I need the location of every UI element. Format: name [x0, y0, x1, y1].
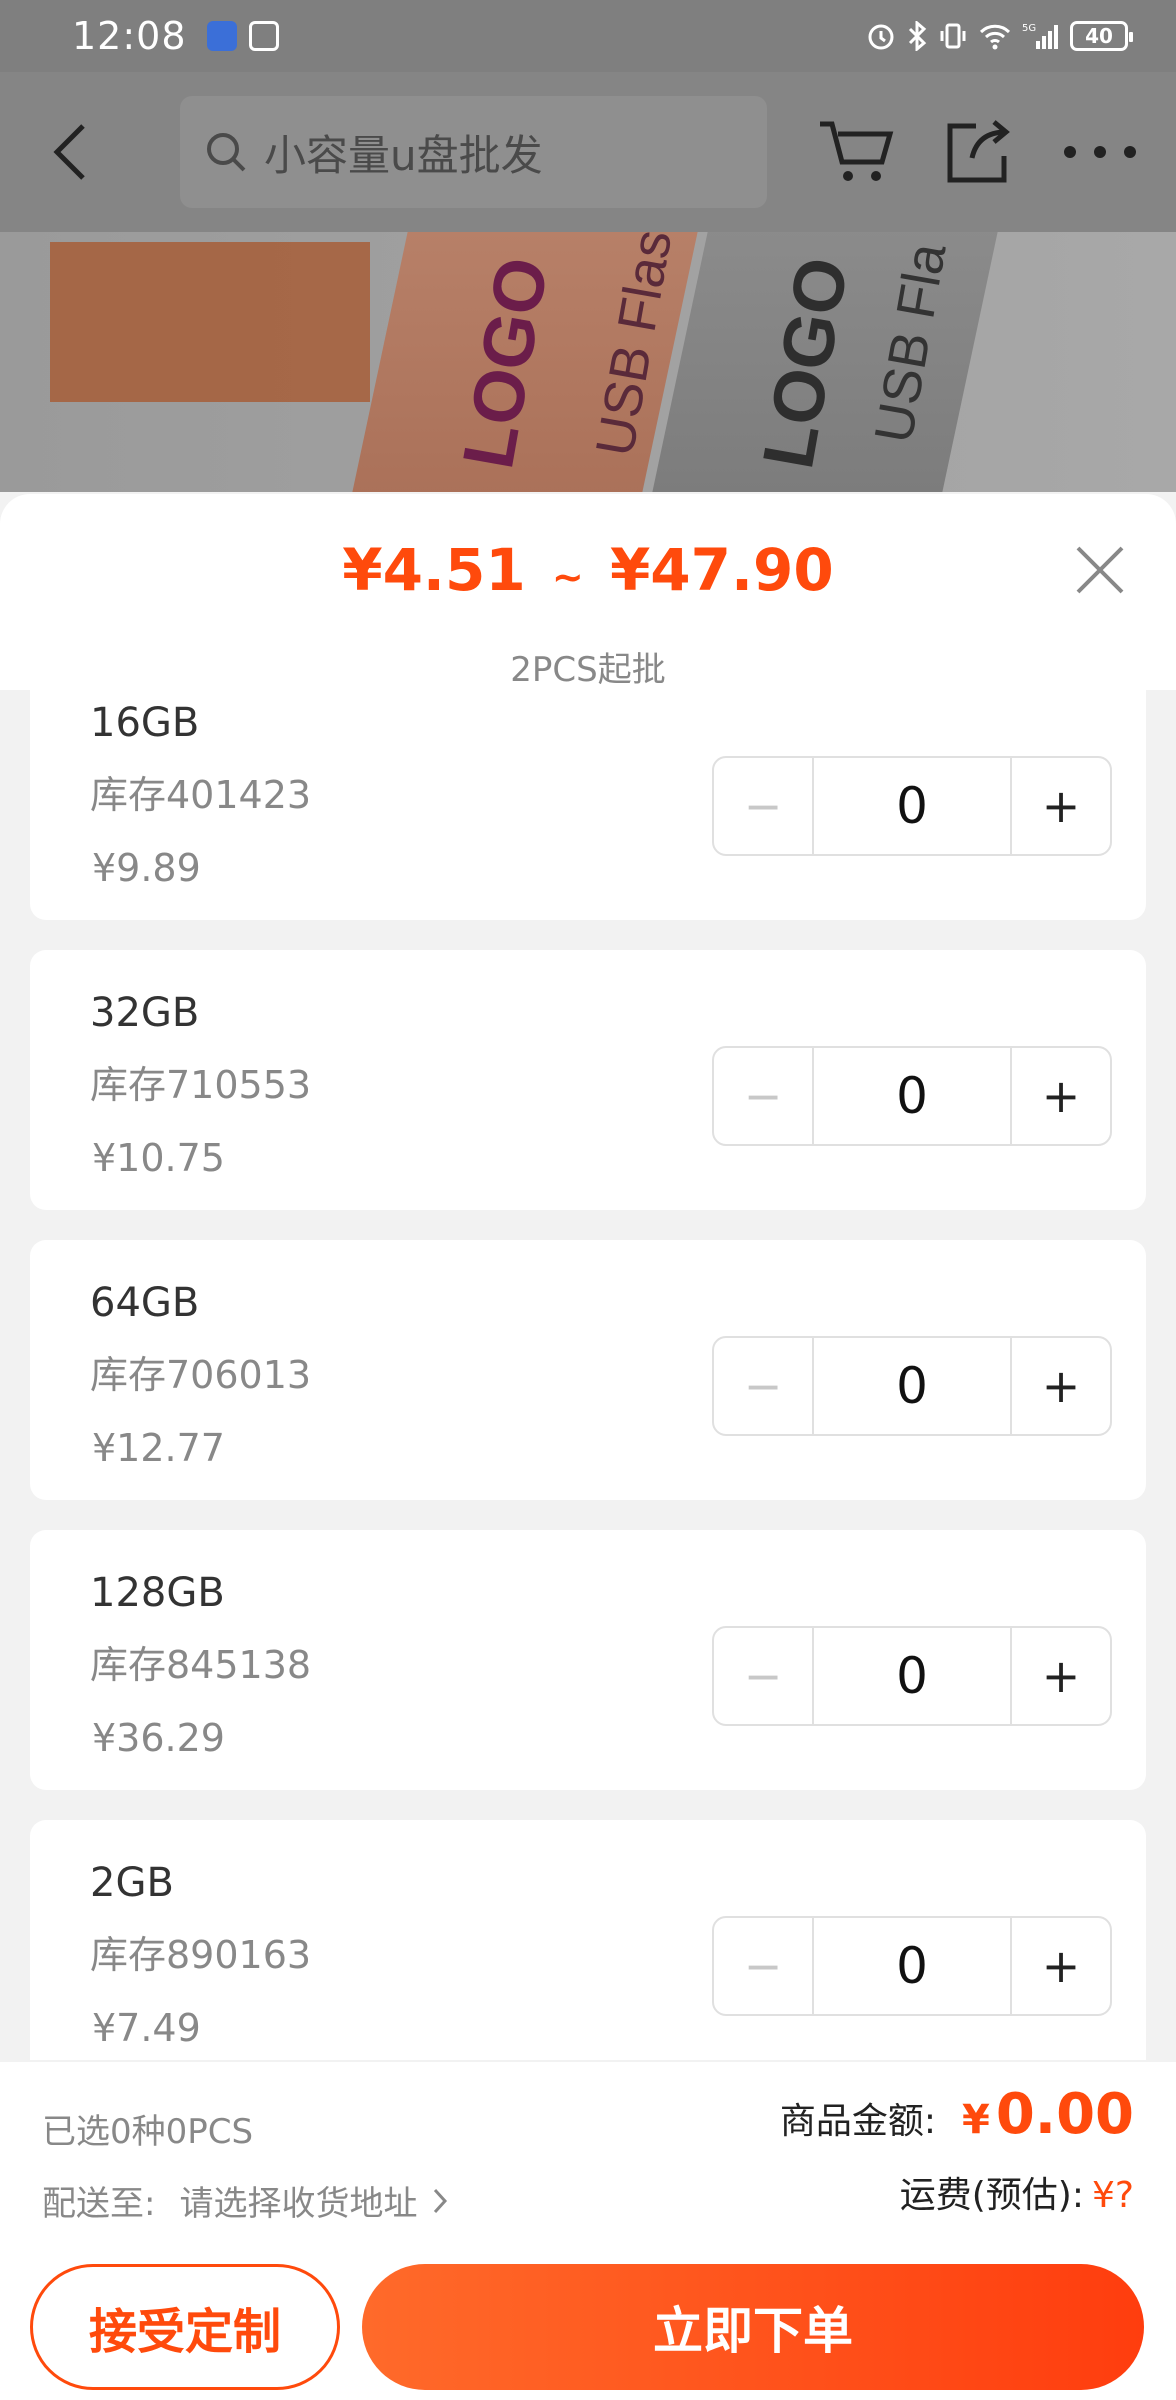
search-icon [207, 133, 246, 172]
goods-amount: 商品金额: ¥ 0.00 [780, 2082, 1134, 2147]
quantity-value[interactable]: 0 [814, 1628, 1010, 1724]
sku-name: 64GB [90, 1280, 200, 1326]
sku-name: 2GB [90, 1860, 174, 1906]
quantity-stepper: − 0 + [712, 1336, 1112, 1436]
status-bar: 12:08 5G 40 [0, 0, 1176, 72]
more-dots-icon [1064, 146, 1137, 158]
bluetooth-icon [908, 21, 927, 51]
sku-price: ¥9.89 [92, 846, 201, 890]
increase-button[interactable]: + [1010, 1338, 1110, 1434]
decrease-button[interactable]: − [714, 1628, 814, 1724]
share-button[interactable] [934, 107, 1022, 197]
order-now-button[interactable]: 立即下单 [362, 2264, 1144, 2390]
increase-button[interactable]: + [1010, 758, 1110, 854]
more-button[interactable] [1056, 107, 1144, 197]
selected-count: 已选0种0PCS [42, 2112, 254, 2152]
vibrate-icon [940, 23, 966, 49]
sku-stock: 库存890163 [90, 1933, 312, 1977]
freight-value: ¥? [1091, 2175, 1134, 2216]
price-range: ¥4.51 ~ ¥47.90 [0, 536, 1176, 604]
sku-item-32gb: 32GB 库存710553 ¥10.75 − 0 + [30, 950, 1146, 1210]
app-notification-icon [206, 21, 237, 51]
ship-to-label: 配送至: [42, 2184, 156, 2224]
quantity-stepper: − 0 + [712, 1916, 1112, 2016]
back-arrow-icon [53, 124, 85, 180]
close-button[interactable] [1064, 534, 1136, 606]
back-button[interactable] [32, 112, 110, 192]
chevron-right-icon [434, 2188, 448, 2213]
sku-name: 32GB [90, 990, 200, 1036]
price-max: ¥47.90 [609, 536, 834, 604]
product-image: LOGO USB Flas LOGO USB Fla [0, 192, 1176, 492]
sku-stock: 库存401423 [90, 773, 312, 817]
sku-name: 128GB [90, 1570, 225, 1616]
sku-stock: 库存706013 [90, 1353, 312, 1397]
sheet-header: ¥4.51 ~ ¥47.90 2PCS起批 [0, 494, 1176, 690]
sku-stock: 库存710553 [90, 1063, 312, 1107]
share-icon [947, 120, 1011, 183]
price-separator: ~ [551, 555, 584, 599]
quantity-stepper: − 0 + [712, 1046, 1112, 1146]
sku-price: ¥36.29 [92, 1716, 225, 1760]
increase-button[interactable]: + [1010, 1048, 1110, 1144]
sku-price: ¥7.49 [92, 2006, 201, 2050]
decrease-button[interactable]: − [714, 1338, 814, 1434]
battery-indicator: 40 [1070, 21, 1133, 51]
min-order-text: 2PCS起批 [510, 650, 666, 690]
wifi-icon [979, 24, 1011, 50]
sku-price: ¥12.77 [92, 1426, 225, 1470]
order-footer: 已选0种0PCS 配送至: 请选择收货地址 商品金额: ¥ 0.00 运费(预估… [0, 2062, 1176, 2400]
decrease-button[interactable]: − [714, 1048, 814, 1144]
sku-item-64gb: 64GB 库存706013 ¥12.77 − 0 + [30, 1240, 1146, 1500]
increase-button[interactable]: + [1010, 1628, 1110, 1724]
goods-amount-value: 0.00 [995, 2082, 1134, 2147]
sku-name: 16GB [90, 700, 200, 746]
goods-amount-currency: ¥ [961, 2097, 990, 2143]
top-navigation: 小容量u盘批发 [0, 72, 1176, 232]
quantity-stepper: − 0 + [712, 1626, 1112, 1726]
search-placeholder: 小容量u盘批发 [264, 130, 543, 180]
sku-item-2gb: 2GB 库存890163 ¥7.49 − 0 + [30, 1820, 1146, 2060]
quantity-value[interactable]: 0 [814, 1048, 1010, 1144]
shipping-address-selector[interactable]: 配送至: 请选择收货地址 [42, 2176, 449, 2225]
ship-to-address: 请选择收货地址 [179, 2184, 418, 2224]
sku-selection-sheet: ¥4.51 ~ ¥47.90 2PCS起批 16GB 库存401423 ¥9.8… [0, 494, 1176, 2400]
svg-text:5G: 5G [1022, 23, 1036, 34]
increase-button[interactable]: + [1010, 1918, 1110, 2014]
signal-icon: 5G [1022, 23, 1058, 49]
goods-amount-label: 商品金额: [779, 2101, 936, 2142]
cart-button[interactable] [813, 107, 901, 197]
sku-item-128gb: 128GB 库存845138 ¥36.29 − 0 + [30, 1530, 1146, 1790]
brand-stamp-image [50, 242, 370, 402]
quantity-value[interactable]: 0 [814, 1918, 1010, 2014]
sku-item-16gb: 16GB 库存401423 ¥9.89 − 0 + [30, 690, 1146, 920]
decrease-button[interactable]: − [714, 758, 814, 854]
price-min: ¥4.51 [342, 536, 526, 604]
close-icon [1076, 546, 1124, 594]
status-time: 12:08 [72, 14, 187, 58]
freight-estimate: 运费(预估): ¥? [900, 2166, 1134, 2218]
cart-icon [820, 121, 894, 181]
sku-stock: 库存845138 [90, 1643, 312, 1687]
quantity-value[interactable]: 0 [814, 1338, 1010, 1434]
freight-label: 运费(预估): [899, 2175, 1084, 2216]
decrease-button[interactable]: − [714, 1918, 814, 2014]
sku-price: ¥10.75 [92, 1136, 225, 1180]
accept-customization-button[interactable]: 接受定制 [30, 2264, 340, 2390]
sku-list[interactable]: 16GB 库存401423 ¥9.89 − 0 + 32GB 库存710553 … [0, 690, 1176, 2060]
nfc-icon [248, 21, 279, 51]
alarm-icon [868, 24, 894, 50]
quantity-value[interactable]: 0 [814, 758, 1010, 854]
quantity-stepper: − 0 + [712, 756, 1112, 856]
search-input[interactable]: 小容量u盘批发 [180, 96, 767, 208]
